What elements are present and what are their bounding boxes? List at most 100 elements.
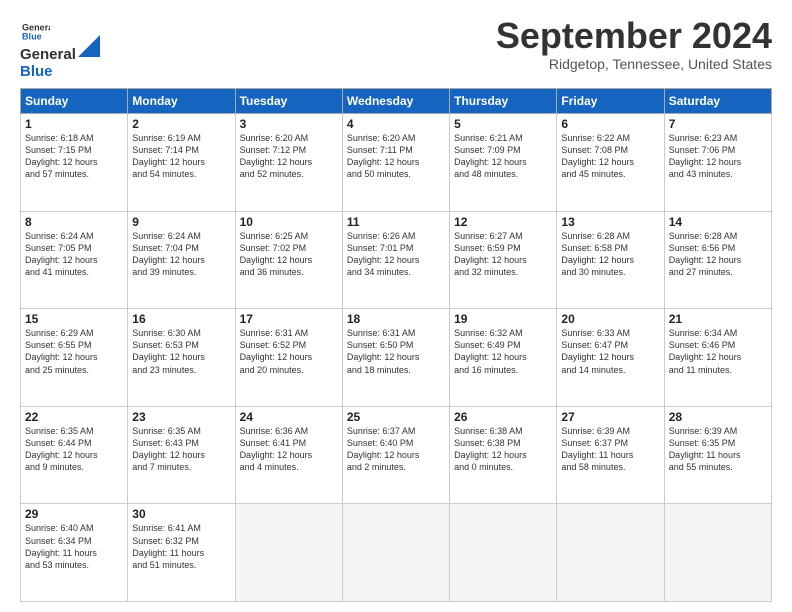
day-number: 3 (240, 117, 338, 131)
day-number: 20 (561, 312, 659, 326)
day-number: 7 (669, 117, 767, 131)
col-wednesday: Wednesday (342, 89, 449, 114)
day-info: Sunrise: 6:19 AMSunset: 7:14 PMDaylight:… (132, 132, 230, 181)
day-number: 18 (347, 312, 445, 326)
day-info: Sunrise: 6:41 AMSunset: 6:32 PMDaylight:… (132, 522, 230, 571)
day-cell: 23Sunrise: 6:35 AMSunset: 6:43 PMDayligh… (128, 406, 235, 504)
day-info: Sunrise: 6:26 AMSunset: 7:01 PMDaylight:… (347, 230, 445, 279)
day-number: 1 (25, 117, 123, 131)
day-cell: 7Sunrise: 6:23 AMSunset: 7:06 PMDaylight… (664, 114, 771, 212)
day-number: 25 (347, 410, 445, 424)
day-cell: 19Sunrise: 6:32 AMSunset: 6:49 PMDayligh… (450, 309, 557, 407)
day-cell: 11Sunrise: 6:26 AMSunset: 7:01 PMDayligh… (342, 211, 449, 309)
day-number: 15 (25, 312, 123, 326)
week-row-1: 1Sunrise: 6:18 AMSunset: 7:15 PMDaylight… (21, 114, 772, 212)
day-info: Sunrise: 6:29 AMSunset: 6:55 PMDaylight:… (25, 327, 123, 376)
day-cell: 10Sunrise: 6:25 AMSunset: 7:02 PMDayligh… (235, 211, 342, 309)
day-number: 10 (240, 215, 338, 229)
month-title: September 2024 (496, 16, 772, 56)
day-info: Sunrise: 6:37 AMSunset: 6:40 PMDaylight:… (347, 425, 445, 474)
location: Ridgetop, Tennessee, United States (496, 56, 772, 72)
day-number: 16 (132, 312, 230, 326)
day-number: 19 (454, 312, 552, 326)
day-number: 8 (25, 215, 123, 229)
day-number: 22 (25, 410, 123, 424)
day-cell (450, 504, 557, 602)
day-cell: 28Sunrise: 6:39 AMSunset: 6:35 PMDayligh… (664, 406, 771, 504)
day-cell (557, 504, 664, 602)
day-cell: 14Sunrise: 6:28 AMSunset: 6:56 PMDayligh… (664, 211, 771, 309)
header: General Blue General Blue September 2024… (20, 16, 772, 80)
day-info: Sunrise: 6:39 AMSunset: 6:37 PMDaylight:… (561, 425, 659, 474)
day-cell: 12Sunrise: 6:27 AMSunset: 6:59 PMDayligh… (450, 211, 557, 309)
week-row-3: 15Sunrise: 6:29 AMSunset: 6:55 PMDayligh… (21, 309, 772, 407)
day-number: 4 (347, 117, 445, 131)
day-cell: 3Sunrise: 6:20 AMSunset: 7:12 PMDaylight… (235, 114, 342, 212)
calendar-page: General Blue General Blue September 2024… (0, 0, 792, 612)
day-number: 29 (25, 507, 123, 521)
day-info: Sunrise: 6:35 AMSunset: 6:44 PMDaylight:… (25, 425, 123, 474)
day-cell: 5Sunrise: 6:21 AMSunset: 7:09 PMDaylight… (450, 114, 557, 212)
day-info: Sunrise: 6:21 AMSunset: 7:09 PMDaylight:… (454, 132, 552, 181)
col-friday: Friday (557, 89, 664, 114)
day-info: Sunrise: 6:28 AMSunset: 6:56 PMDaylight:… (669, 230, 767, 279)
day-info: Sunrise: 6:20 AMSunset: 7:12 PMDaylight:… (240, 132, 338, 181)
day-cell: 18Sunrise: 6:31 AMSunset: 6:50 PMDayligh… (342, 309, 449, 407)
day-info: Sunrise: 6:18 AMSunset: 7:15 PMDaylight:… (25, 132, 123, 181)
day-cell: 2Sunrise: 6:19 AMSunset: 7:14 PMDaylight… (128, 114, 235, 212)
day-info: Sunrise: 6:33 AMSunset: 6:47 PMDaylight:… (561, 327, 659, 376)
day-cell: 4Sunrise: 6:20 AMSunset: 7:11 PMDaylight… (342, 114, 449, 212)
day-cell (235, 504, 342, 602)
day-info: Sunrise: 6:27 AMSunset: 6:59 PMDaylight:… (454, 230, 552, 279)
title-block: September 2024 Ridgetop, Tennessee, Unit… (496, 16, 772, 72)
day-info: Sunrise: 6:36 AMSunset: 6:41 PMDaylight:… (240, 425, 338, 474)
day-cell: 21Sunrise: 6:34 AMSunset: 6:46 PMDayligh… (664, 309, 771, 407)
day-info: Sunrise: 6:24 AMSunset: 7:05 PMDaylight:… (25, 230, 123, 279)
col-monday: Monday (128, 89, 235, 114)
col-tuesday: Tuesday (235, 89, 342, 114)
day-number: 23 (132, 410, 230, 424)
day-number: 13 (561, 215, 659, 229)
day-number: 5 (454, 117, 552, 131)
day-info: Sunrise: 6:30 AMSunset: 6:53 PMDaylight:… (132, 327, 230, 376)
day-cell: 27Sunrise: 6:39 AMSunset: 6:37 PMDayligh… (557, 406, 664, 504)
day-cell: 22Sunrise: 6:35 AMSunset: 6:44 PMDayligh… (21, 406, 128, 504)
day-info: Sunrise: 6:31 AMSunset: 6:52 PMDaylight:… (240, 327, 338, 376)
day-cell (664, 504, 771, 602)
day-number: 9 (132, 215, 230, 229)
day-info: Sunrise: 6:24 AMSunset: 7:04 PMDaylight:… (132, 230, 230, 279)
day-info: Sunrise: 6:28 AMSunset: 6:58 PMDaylight:… (561, 230, 659, 279)
day-info: Sunrise: 6:22 AMSunset: 7:08 PMDaylight:… (561, 132, 659, 181)
day-number: 2 (132, 117, 230, 131)
day-number: 12 (454, 215, 552, 229)
logo-triangle-icon (78, 35, 100, 57)
day-cell: 15Sunrise: 6:29 AMSunset: 6:55 PMDayligh… (21, 309, 128, 407)
day-number: 17 (240, 312, 338, 326)
day-cell: 29Sunrise: 6:40 AMSunset: 6:34 PMDayligh… (21, 504, 128, 602)
day-info: Sunrise: 6:35 AMSunset: 6:43 PMDaylight:… (132, 425, 230, 474)
day-info: Sunrise: 6:20 AMSunset: 7:11 PMDaylight:… (347, 132, 445, 181)
day-cell: 13Sunrise: 6:28 AMSunset: 6:58 PMDayligh… (557, 211, 664, 309)
day-cell: 6Sunrise: 6:22 AMSunset: 7:08 PMDaylight… (557, 114, 664, 212)
day-info: Sunrise: 6:40 AMSunset: 6:34 PMDaylight:… (25, 522, 123, 571)
day-number: 27 (561, 410, 659, 424)
day-cell: 24Sunrise: 6:36 AMSunset: 6:41 PMDayligh… (235, 406, 342, 504)
day-cell: 25Sunrise: 6:37 AMSunset: 6:40 PMDayligh… (342, 406, 449, 504)
day-info: Sunrise: 6:31 AMSunset: 6:50 PMDaylight:… (347, 327, 445, 376)
logo-line2: Blue (20, 64, 76, 81)
header-row: Sunday Monday Tuesday Wednesday Thursday… (21, 89, 772, 114)
day-info: Sunrise: 6:38 AMSunset: 6:38 PMDaylight:… (454, 425, 552, 474)
day-info: Sunrise: 6:39 AMSunset: 6:35 PMDaylight:… (669, 425, 767, 474)
logo-icon: General Blue (22, 20, 50, 42)
day-cell (342, 504, 449, 602)
day-number: 28 (669, 410, 767, 424)
week-row-4: 22Sunrise: 6:35 AMSunset: 6:44 PMDayligh… (21, 406, 772, 504)
col-sunday: Sunday (21, 89, 128, 114)
logo: General Blue General Blue (20, 20, 100, 80)
day-cell: 9Sunrise: 6:24 AMSunset: 7:04 PMDaylight… (128, 211, 235, 309)
day-info: Sunrise: 6:23 AMSunset: 7:06 PMDaylight:… (669, 132, 767, 181)
week-row-5: 29Sunrise: 6:40 AMSunset: 6:34 PMDayligh… (21, 504, 772, 602)
day-number: 30 (132, 507, 230, 521)
day-number: 21 (669, 312, 767, 326)
svg-text:Blue: Blue (22, 31, 42, 41)
